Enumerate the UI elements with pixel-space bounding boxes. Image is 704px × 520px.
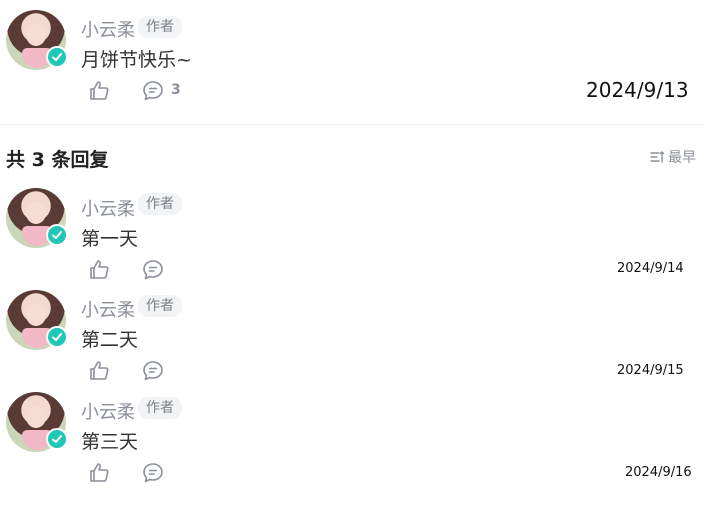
reply-item: 小云柔 作者 第一天 2024/9/14 [0, 188, 704, 288]
avatar[interactable] [6, 290, 68, 350]
avatar[interactable] [6, 10, 68, 70]
sort-label: 最早 [668, 150, 696, 166]
reply-date: 2024/9/15 [617, 363, 684, 378]
author-badge: 作者 [138, 295, 182, 317]
main-comment: 小云柔 作者 月饼节快乐~ 3 2024/9/13 [0, 0, 704, 124]
author-badge: 作者 [138, 16, 182, 38]
like-icon[interactable] [87, 461, 111, 485]
reply-item: 小云柔 作者 第二天 2024/9/15 [0, 290, 704, 390]
avatar-face [26, 406, 46, 428]
divider [0, 124, 704, 125]
like-icon[interactable] [87, 359, 111, 383]
verified-icon [46, 224, 68, 246]
reply-text: 第二天 [81, 329, 139, 351]
reply-item: 小云柔 作者 第三天 2024/9/16 [0, 392, 704, 492]
sort-icon [650, 151, 664, 163]
comment-icon[interactable] [141, 258, 165, 282]
like-icon[interactable] [87, 79, 111, 103]
avatar-face [26, 24, 46, 46]
author-name[interactable]: 小云柔 [81, 398, 135, 424]
verified-icon [46, 326, 68, 348]
reply-text: 第三天 [81, 431, 139, 453]
comment-icon[interactable] [141, 79, 165, 103]
reply-date: 2024/9/16 [625, 465, 692, 480]
sort-button[interactable]: 最早 [650, 147, 696, 167]
comment-icon[interactable] [141, 359, 165, 383]
verified-icon [46, 428, 68, 450]
avatar[interactable] [6, 392, 68, 452]
author-name[interactable]: 小云柔 [81, 16, 135, 42]
author-badge: 作者 [138, 193, 182, 215]
reply-count: 3 [171, 82, 181, 98]
like-icon[interactable] [87, 258, 111, 282]
reply-date: 2024/9/14 [617, 261, 684, 276]
comment-date: 2024/9/13 [586, 78, 689, 102]
avatar[interactable] [6, 188, 68, 248]
replies-title: 共 3 条回复 [6, 149, 109, 171]
avatar-face [26, 202, 46, 224]
comment-icon[interactable] [141, 461, 165, 485]
author-name[interactable]: 小云柔 [81, 296, 135, 322]
author-badge: 作者 [138, 397, 182, 419]
verified-icon [46, 46, 68, 68]
comment-text: 月饼节快乐~ [81, 49, 192, 71]
author-name[interactable]: 小云柔 [81, 195, 135, 221]
avatar-face [26, 304, 46, 326]
reply-text: 第一天 [81, 228, 139, 250]
